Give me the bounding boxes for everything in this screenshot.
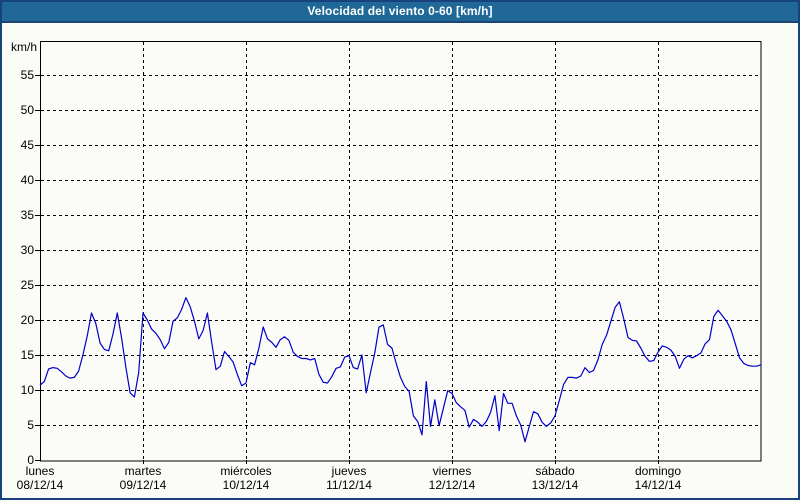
axis-tick-marks <box>35 76 659 465</box>
x-axis-day-name: viernes <box>401 464 503 478</box>
y-axis-tick-label: 5 <box>2 418 34 432</box>
plot-frame <box>41 42 762 462</box>
y-axis-tick-label: 25 <box>2 278 34 292</box>
x-axis-day-name: domingo <box>607 464 709 478</box>
x-axis-day-label: viernes12/12/14 <box>401 464 503 492</box>
y-axis-tick-label: 50 <box>2 103 34 117</box>
x-axis-day-label: domingo14/12/14 <box>607 464 709 492</box>
y-axis-unit-label: km/h <box>2 40 37 54</box>
x-axis-day-date: 11/12/14 <box>298 478 400 492</box>
y-axis-tick-label: 20 <box>2 313 34 327</box>
x-axis-day-date: 12/12/14 <box>401 478 503 492</box>
grid-dashed-lines <box>41 42 760 459</box>
x-axis-day-label: sábado13/12/14 <box>504 464 606 492</box>
x-axis-day-name: miércoles <box>195 464 297 478</box>
x-axis-day-name: jueves <box>298 464 400 478</box>
x-axis-day-date: 09/12/14 <box>92 478 194 492</box>
wind-speed-line-chart <box>2 2 798 498</box>
x-axis-day-name: lunes <box>0 464 91 478</box>
x-axis-day-date: 10/12/14 <box>195 478 297 492</box>
y-axis-tick-label: 40 <box>2 173 34 187</box>
y-axis-tick-label: 45 <box>2 138 34 152</box>
y-axis-tick-label: 30 <box>2 243 34 257</box>
x-axis-day-label: lunes08/12/14 <box>0 464 91 492</box>
y-axis-tick-label: 10 <box>2 383 34 397</box>
y-axis-tick-label: 55 <box>2 68 34 82</box>
x-axis-day-name: sábado <box>504 464 606 478</box>
chart-window: Velocidad del viento 0-60 [km/h] km/h 05… <box>0 0 800 500</box>
wind-speed-series-line <box>40 298 761 442</box>
y-axis-tick-label: 35 <box>2 208 34 222</box>
x-axis-day-date: 13/12/14 <box>504 478 606 492</box>
x-axis-day-label: martes09/12/14 <box>92 464 194 492</box>
x-axis-day-date: 14/12/14 <box>607 478 709 492</box>
y-axis-tick-label: 15 <box>2 348 34 362</box>
x-axis-day-date: 08/12/14 <box>0 478 91 492</box>
x-axis-day-label: miércoles10/12/14 <box>195 464 297 492</box>
x-axis-day-name: martes <box>92 464 194 478</box>
x-axis-day-label: jueves11/12/14 <box>298 464 400 492</box>
